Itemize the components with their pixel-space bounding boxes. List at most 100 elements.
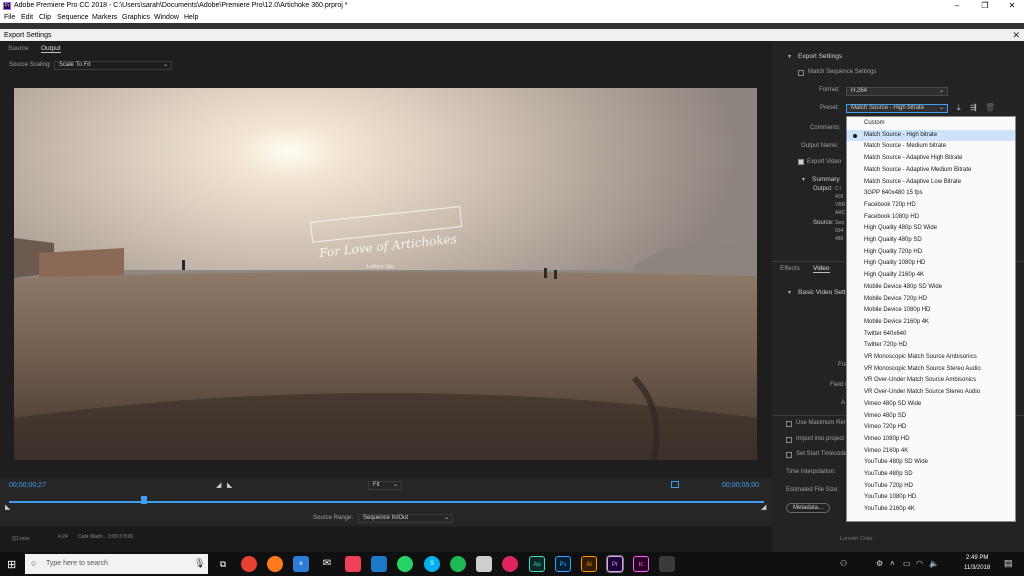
import-preset-icon[interactable]: ⇶ [970, 103, 977, 112]
timecode-current[interactable]: 00;00;00;27 [9, 482, 46, 489]
format-select[interactable]: H.264 ⌄ [846, 87, 948, 96]
tab-video[interactable]: Video [813, 265, 830, 273]
metadata-button[interactable]: Metadata... [786, 503, 830, 513]
timeline-range-bar[interactable] [9, 501, 764, 503]
collapse-arrow-icon[interactable]: ▾ [802, 176, 805, 183]
collapse-arrow-icon[interactable]: ▾ [788, 53, 791, 60]
preset-option[interactable]: VR Over-Under Match Source Ambisonics [847, 375, 1015, 387]
preset-option[interactable]: Facebook 1080p HD [847, 212, 1015, 224]
preset-option[interactable]: YouTube 480p SD [847, 469, 1015, 481]
windows-start-icon[interactable]: ⊞ [7, 558, 16, 571]
preset-option[interactable]: VR Over-Under Match Source Stereo Audio [847, 387, 1015, 399]
menu-markers[interactable]: Markers [92, 12, 117, 23]
preset-option[interactable]: Match Source - Adaptive High Bitrate [847, 153, 1015, 165]
tab-effects[interactable]: Effects [780, 265, 800, 272]
preset-option[interactable]: Vimeo 2160p 4K [847, 446, 1015, 458]
maximize-button[interactable]: ❐ [974, 0, 996, 12]
tab-source[interactable]: Source [8, 45, 29, 52]
menu-clip[interactable]: Clip [39, 12, 51, 23]
preset-option[interactable]: YouTube 1080p HD [847, 492, 1015, 504]
audition-icon[interactable]: Au [529, 556, 545, 572]
menu-graphics[interactable]: Graphics [122, 12, 150, 23]
dialog-close-button[interactable]: ✕ [1012, 29, 1020, 41]
vr-video-toggle-icon[interactable] [671, 481, 679, 488]
preset-option[interactable]: Match Source - Adaptive Low Bitrate [847, 177, 1015, 189]
skype-icon[interactable]: S [424, 556, 440, 572]
preset-option[interactable]: YouTube 480p SD Wide [847, 457, 1015, 469]
preset-option[interactable]: Vimeo 1080p HD [847, 434, 1015, 446]
preset-option[interactable]: YouTube 2160p 4K [847, 504, 1015, 516]
chrome-icon[interactable] [241, 556, 257, 572]
preset-option[interactable]: Vimeo 480p SD Wide [847, 399, 1015, 411]
playhead-handle[interactable] [141, 496, 147, 504]
preset-option[interactable]: VR Monoscopic Match Source Ambisonics [847, 352, 1015, 364]
preset-option[interactable]: Match Source - Adaptive Medium Bitrate [847, 165, 1015, 177]
app-icon[interactable] [659, 556, 675, 572]
preset-option[interactable]: 3GPP 640x480 15 fps [847, 188, 1015, 200]
preset-option[interactable]: High Quality 2160p 4K [847, 270, 1015, 282]
microphone-icon[interactable]: 🎙 [194, 558, 205, 569]
people-icon[interactable]: ⚇ [840, 559, 847, 568]
collapse-arrow-icon[interactable]: ▾ [788, 289, 791, 296]
incopy-icon[interactable]: Ic [633, 556, 649, 572]
photoshop-icon[interactable]: Ps [555, 556, 571, 572]
source-range-select[interactable]: Sequence In/Out ⌄ [358, 514, 453, 523]
close-window-button[interactable]: ✕ [1001, 0, 1023, 12]
firefox-icon[interactable] [267, 556, 283, 572]
mark-out-icon[interactable]: ◣ [227, 481, 232, 489]
mail-icon[interactable]: ✉ [319, 556, 335, 572]
wifi-icon[interactable]: ◠ [916, 559, 923, 568]
import-into-project-checkbox[interactable] [786, 437, 792, 443]
mark-in-icon[interactable]: ◢ [216, 481, 221, 489]
app-icon[interactable] [502, 556, 518, 572]
use-max-render-checkbox[interactable] [786, 421, 792, 427]
clock-time[interactable]: 2:49 PM [966, 555, 988, 561]
preset-option[interactable]: High Quality 480p SD Wide [847, 223, 1015, 235]
preset-option[interactable]: Custom [847, 118, 1015, 130]
illustrator-icon[interactable]: Ai [581, 556, 597, 572]
menu-file[interactable]: File [4, 12, 15, 23]
preset-option[interactable]: Mobile Device 480p SD Wide [847, 282, 1015, 294]
preset-dropdown-list[interactable]: Custom Match Source - High bitrate Match S… [846, 116, 1016, 522]
preset-option[interactable]: Mobile Device 1080p HD [847, 305, 1015, 317]
preset-option[interactable]: High Quality 480p SD [847, 235, 1015, 247]
premiere-icon[interactable]: Pr [606, 555, 624, 573]
preset-option[interactable]: Vimeo 720p HD [847, 422, 1015, 434]
notifications-icon[interactable]: ▤ [1004, 558, 1013, 569]
pocket-icon[interactable] [345, 556, 361, 572]
minimize-button[interactable]: – [946, 0, 968, 12]
preset-option[interactable]: High Quality 1080p HD [847, 258, 1015, 270]
export-video-checkbox[interactable] [798, 159, 804, 165]
delete-preset-icon[interactable]: 🗑 [985, 103, 995, 112]
fit-select[interactable]: Fit ⌄ [368, 481, 402, 490]
taskbar-search-box[interactable]: ○ Type here to search 🎙 [25, 554, 208, 574]
show-hidden-icons-icon[interactable]: ˄ [890, 559, 895, 568]
volume-icon[interactable]: 🔈 [929, 559, 939, 568]
clock-date[interactable]: 11/3/2018 [964, 565, 990, 571]
preset-option[interactable]: Twitter 720p HD [847, 340, 1015, 352]
out-point-marker-icon[interactable]: ◢ [761, 503, 766, 511]
menu-sequence[interactable]: Sequence [57, 12, 89, 23]
in-point-marker-icon[interactable]: ◣ [5, 503, 10, 511]
source-scaling-select[interactable]: Scale To Fit ⌄ [54, 61, 172, 70]
whatsapp-icon[interactable] [397, 556, 413, 572]
menu-help[interactable]: Help [184, 12, 198, 23]
match-sequence-checkbox[interactable] [798, 70, 804, 76]
menu-edit[interactable]: Edit [21, 12, 33, 23]
menu-window[interactable]: Window [154, 12, 179, 23]
preset-select[interactable]: Match Source - High bitrate ⌄ [846, 104, 948, 113]
task-view-icon[interactable]: ⧉ [215, 556, 231, 572]
preset-option[interactable]: YouTube 720p HD [847, 481, 1015, 493]
edge-icon[interactable]: e [293, 556, 309, 572]
notepad-icon[interactable] [476, 556, 492, 572]
preset-option[interactable]: High Quality 720p HD [847, 247, 1015, 259]
preset-option[interactable]: VR Monoscopic Match Source Stereo Audio [847, 364, 1015, 376]
preset-option[interactable]: Mobile Device 2160p 4K [847, 317, 1015, 329]
preset-option[interactable]: Vimeo 480p SD [847, 411, 1015, 423]
spotify-icon[interactable] [450, 556, 466, 572]
save-preset-icon[interactable]: ⤓ [957, 103, 961, 113]
battery-icon[interactable]: ▭ [903, 559, 911, 568]
preset-option[interactable]: Match Source - Medium bitrate [847, 141, 1015, 153]
set-start-timecode-checkbox[interactable] [786, 452, 792, 458]
preset-option[interactable]: Match Source - High bitrate [847, 129, 1015, 142]
